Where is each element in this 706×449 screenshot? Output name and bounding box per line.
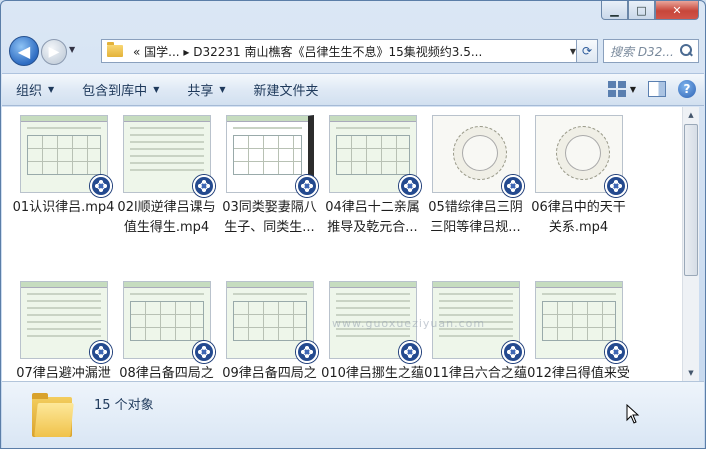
toolbar-right: ▼ ? xyxy=(607,80,696,98)
close-button[interactable]: ✕ xyxy=(655,1,699,20)
organize-label: 组织 xyxy=(16,84,43,99)
file-item[interactable]: 012律吕得值来受坐迎之蕴二... xyxy=(527,281,630,381)
file-item[interactable]: 02l顺逆律吕课与值生得生.mp4 xyxy=(115,115,218,281)
search-input[interactable]: 搜索 D32... xyxy=(610,43,678,60)
change-view-icon[interactable] xyxy=(607,81,626,97)
caption-buttons: ▁ □ ✕ xyxy=(601,1,699,21)
file-item[interactable]: 01认识律吕.mp4 xyxy=(12,115,115,281)
folder-icon xyxy=(32,391,74,437)
share-label: 共享 xyxy=(187,84,214,99)
include-in-library-menu[interactable]: 包含到库中 ▼ xyxy=(68,80,173,99)
share-menu[interactable]: 共享 ▼ xyxy=(173,80,239,99)
file-item[interactable]: 09律吕备四局之蕴第二十二十... xyxy=(218,281,321,381)
file-item[interactable]: 04律吕十二亲属推导及乾元合... xyxy=(321,115,424,281)
video-file-icon xyxy=(605,341,627,363)
file-name: 02l顺逆律吕课与值生得生.mp4 xyxy=(117,200,216,235)
video-file-icon xyxy=(605,175,627,197)
file-item[interactable]: 03同类娶妻隔八生子、同类生... xyxy=(218,115,321,281)
file-name: 03同类娶妻隔八生子、同类生... xyxy=(222,200,317,235)
refresh-button[interactable]: ⟳ xyxy=(576,39,598,63)
chevron-down-icon: ▼ xyxy=(219,85,226,94)
video-file-icon xyxy=(296,175,318,197)
forward-button[interactable]: ▶ xyxy=(41,39,67,65)
include-in-library-label: 包含到库中 xyxy=(82,84,148,99)
scroll-thumb[interactable] xyxy=(684,124,698,276)
file-name: 08律吕备四局之蕴第十七十八... xyxy=(119,366,214,381)
file-name: 012律吕得值来受坐迎之蕴二... xyxy=(527,366,630,381)
video-file-icon xyxy=(90,175,112,197)
file-name: 01认识律吕.mp4 xyxy=(12,200,115,215)
video-file-icon xyxy=(399,175,421,197)
file-item[interactable]: 011律吕六合之蕴二十四.mp4 xyxy=(424,281,527,381)
watermark-text: www.guoxueziyuan.com xyxy=(332,317,486,330)
command-toolbar: 组织 ▼ 包含到库中 ▼ 共享 ▼ 新建文件夹 ▼ ? xyxy=(2,73,704,106)
new-folder-button[interactable]: 新建文件夹 xyxy=(240,80,333,99)
scroll-up-icon[interactable]: ▲ xyxy=(683,107,699,123)
recent-pages-dropdown[interactable]: ▼ xyxy=(69,45,75,54)
address-bar[interactable]: « 国学... ▸ D32231 南山樵客《吕律生生不息》15集视频约3.5..… xyxy=(101,39,581,63)
file-name: 011律吕六合之蕴二十四.mp4 xyxy=(424,366,527,381)
video-file-icon xyxy=(399,341,421,363)
preview-pane-icon[interactable] xyxy=(648,81,666,97)
file-name: 06律吕中的天干关系.mp4 xyxy=(531,200,626,235)
file-item[interactable]: 06律吕中的天干关系.mp4 xyxy=(527,115,630,281)
maximize-button[interactable]: □ xyxy=(628,1,655,20)
navigation-bar: ◀ ▶ ▼ « 国学... ▸ D32231 南山樵客《吕律生生不息》15集视频… xyxy=(9,35,699,66)
video-file-icon xyxy=(296,341,318,363)
folder-icon xyxy=(107,42,123,57)
chevron-down-icon: ▼ xyxy=(153,85,160,94)
search-icon[interactable] xyxy=(678,43,694,59)
file-name: 04律吕十二亲属推导及乾元合... xyxy=(325,200,420,235)
chevron-down-icon: ▼ xyxy=(48,85,55,94)
view-options-dropdown[interactable]: ▼ xyxy=(630,85,636,94)
address-path[interactable]: « 国学... ▸ D32231 南山樵客《吕律生生不息》15集视频约3.5..… xyxy=(133,43,566,60)
file-grid: 01认识律吕.mp4 02l顺逆律吕课与值生得生.mp4 03同类娶妻隔八生子、同类… xyxy=(12,115,630,381)
search-box[interactable]: 搜索 D32... xyxy=(603,39,699,63)
explorer-window: ▁ □ ✕ ◀ ▶ ▼ « 国学... ▸ D32231 南山樵客《吕律生生不息… xyxy=(0,0,706,449)
file-name: 05错综律吕三阴三阳等律吕规... xyxy=(428,200,523,235)
file-name: 07律吕避冲漏泄之蕴第十一.mp4 xyxy=(16,366,111,381)
video-file-icon xyxy=(502,341,524,363)
details-pane: 15 个对象 xyxy=(2,381,704,448)
file-list-pane[interactable]: 01认识律吕.mp4 02l顺逆律吕课与值生得生.mp4 03同类娶妻隔八生子、同类… xyxy=(2,107,682,381)
video-file-icon xyxy=(90,341,112,363)
vertical-scrollbar[interactable]: ▲ ▼ xyxy=(682,107,699,381)
file-name: 010律吕挪生之蕴二十二.mp4 xyxy=(321,366,424,381)
item-count: 15 个对象 xyxy=(94,398,154,413)
organize-menu[interactable]: 组织 ▼ xyxy=(2,80,68,99)
back-button[interactable]: ◀ xyxy=(9,36,39,66)
minimize-button[interactable]: ▁ xyxy=(601,1,628,20)
file-name: 09律吕备四局之蕴第二十二十... xyxy=(222,366,317,381)
scroll-down-icon[interactable]: ▼ xyxy=(683,365,699,381)
video-file-icon xyxy=(193,175,215,197)
video-file-icon xyxy=(193,341,215,363)
file-item[interactable]: 07律吕避冲漏泄之蕴第十一.mp4 xyxy=(12,281,115,381)
file-item[interactable]: 05错综律吕三阴三阳等律吕规... xyxy=(424,115,527,281)
new-folder-label: 新建文件夹 xyxy=(253,84,319,99)
video-file-icon xyxy=(502,175,524,197)
file-item[interactable]: 08律吕备四局之蕴第十七十八... xyxy=(115,281,218,381)
help-icon[interactable]: ? xyxy=(678,80,696,98)
mouse-cursor-icon xyxy=(626,404,640,424)
file-item[interactable]: 010律吕挪生之蕴二十二.mp4 xyxy=(321,281,424,381)
